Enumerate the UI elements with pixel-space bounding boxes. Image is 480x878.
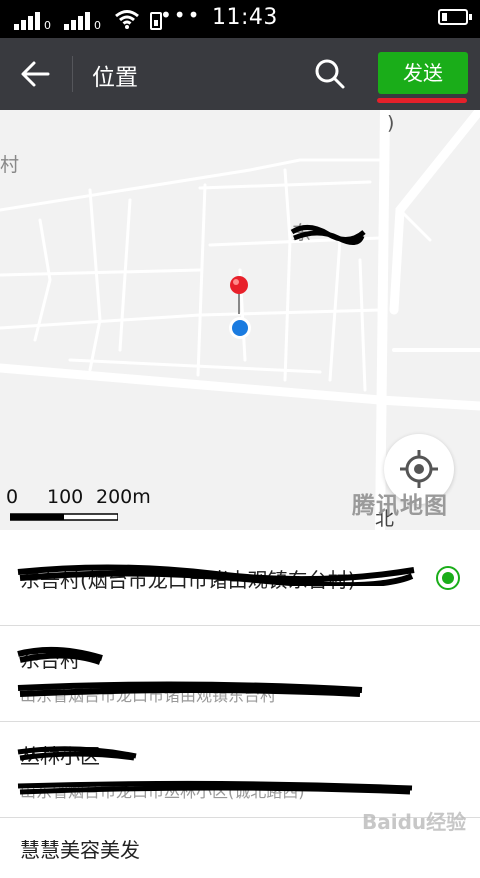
location-title: 慧慧美容美发 xyxy=(20,838,140,862)
location-item-3[interactable]: 丛林小区 山东省烟台市龙口市丛林小区(诚北路西) xyxy=(0,722,480,818)
map-view[interactable]: 村 ) 东 北 0 100 200m 腾讯地图 xyxy=(0,110,480,530)
search-button[interactable] xyxy=(314,58,346,90)
status-bar: 0 0 ••• 11:43 xyxy=(0,0,480,38)
scale-mid: 100 xyxy=(47,486,84,508)
location-item-1[interactable]: 东吾村(烟台市龙口市诸由观镇东台村) xyxy=(0,530,480,626)
signal-sim2-icon: 0 xyxy=(64,8,104,32)
map-pin xyxy=(230,276,248,314)
title-bar: 位置 发送 xyxy=(0,38,480,110)
redaction-scribble xyxy=(17,646,103,665)
user-location-dot xyxy=(229,317,251,339)
map-scale-bar xyxy=(10,513,118,521)
send-button[interactable]: 发送 xyxy=(378,52,468,94)
scale-zero: 0 xyxy=(6,486,19,508)
title-divider xyxy=(72,56,73,92)
battery-icon xyxy=(438,9,472,25)
map-label-village: 村 xyxy=(0,154,20,176)
signal-sim1-icon: 0 xyxy=(14,8,54,32)
search-icon xyxy=(315,59,345,89)
wifi-icon xyxy=(115,10,139,29)
redaction-scribble xyxy=(17,681,363,697)
map-provider-logo: 腾讯地图 xyxy=(352,493,448,519)
annotation-underline xyxy=(377,98,467,103)
redaction-scribble xyxy=(17,780,413,795)
sim2-number: 0 xyxy=(94,19,101,32)
redaction-scribble xyxy=(17,564,415,586)
location-item-2[interactable]: 东台村 山东省烟台市龙口市诸由观镇东台村 xyxy=(0,626,480,722)
redaction-scribble xyxy=(290,225,366,245)
sim1-number: 0 xyxy=(44,19,51,32)
clock: 11:43 xyxy=(212,5,278,30)
watermark: Baidu经验 xyxy=(362,810,467,834)
scale-max: 200m xyxy=(96,486,151,508)
arrow-left-icon xyxy=(21,61,50,87)
map-label-road-top: ) xyxy=(387,112,395,134)
page-title: 位置 xyxy=(92,65,138,91)
selected-radio[interactable] xyxy=(436,566,460,590)
more-notifications: ••• xyxy=(160,3,202,27)
status-icons: 0 0 xyxy=(14,8,162,32)
back-button[interactable] xyxy=(18,58,54,90)
redaction-scribble xyxy=(17,746,137,761)
